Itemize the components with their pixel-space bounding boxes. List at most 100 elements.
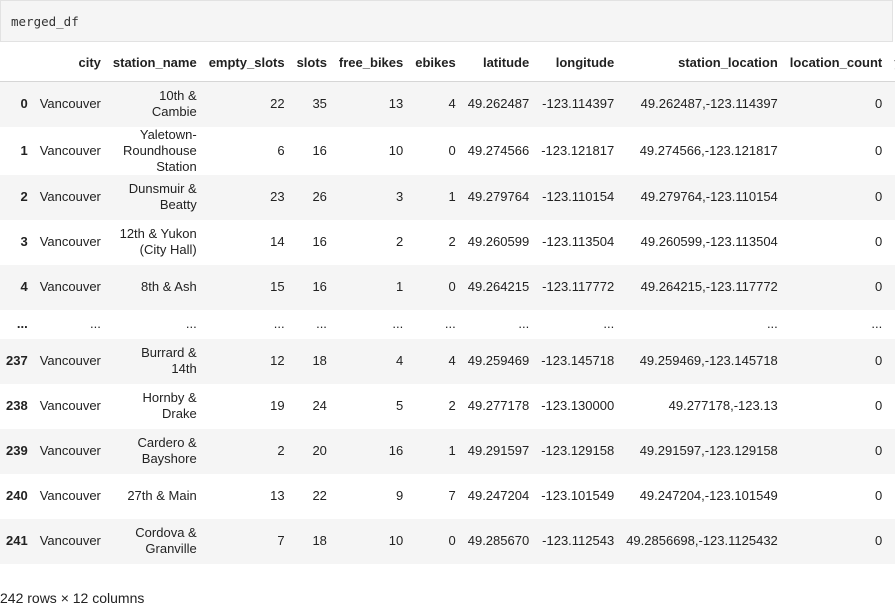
table-cell: -123.145718	[541, 353, 615, 368]
table-cell: 0	[875, 189, 883, 204]
table-cell: Vancouver	[39, 279, 101, 294]
row-index: 241	[6, 533, 28, 548]
table-cell: 7	[448, 488, 456, 503]
table-cell: Vancouver	[39, 142, 101, 158]
table-cell: 0	[875, 488, 883, 503]
table-cell: 0	[875, 234, 883, 249]
table-cell: 49.259469,-123.145718	[639, 353, 778, 368]
table-cell: Vancouver	[39, 488, 101, 503]
table-row: .................................	[0, 310, 895, 339]
table-cell: 0	[875, 142, 883, 158]
column-header-latitude: latitude	[461, 45, 536, 82]
table-cell: 0	[875, 398, 883, 413]
table-cell: Cordova & Granville	[135, 525, 197, 556]
row-index: 2	[20, 189, 28, 204]
table-cell: 7	[277, 533, 285, 548]
table-cell: Dunsmuir & Beatty	[128, 181, 197, 212]
table-cell: ...	[273, 316, 285, 331]
column-header-city: city	[33, 45, 107, 82]
table-cell: 16	[312, 234, 327, 249]
column-header-slots: slots	[290, 45, 333, 82]
table-cell: 12th & Yukon (City Hall)	[119, 226, 197, 257]
row-index: 1	[20, 142, 28, 158]
table-cell: 49.262487	[467, 96, 530, 112]
table-cell: 12	[270, 353, 285, 368]
table-cell: 2	[396, 234, 404, 249]
table-cell: 20	[312, 443, 327, 458]
table-cell: 0	[448, 533, 456, 548]
table-row: 241 Vancouver Cordova & Granville 7 18 10 0 49.…	[0, 518, 895, 564]
code-text: merged_df	[11, 14, 79, 29]
index-header	[0, 45, 34, 82]
table-cell	[888, 519, 895, 564]
table-cell	[888, 339, 895, 384]
table-cell: 49.274566	[467, 142, 530, 158]
table-cell: 0	[875, 353, 883, 368]
header-row: city station_name empty_slots slots free_bik…	[0, 45, 895, 82]
table-cell: -123.121817	[541, 142, 615, 158]
table-cell: 0	[875, 533, 883, 548]
table-cell: 49.2856698,-123.1125432	[626, 533, 778, 548]
table-cell: 13	[270, 488, 285, 503]
table-row: 239 Vancouver Cardero & Bayshore 2 20 16 1 49.2…	[0, 428, 895, 474]
table-cell: 49.264215,-123.117772	[640, 279, 778, 294]
table-cell: 18	[312, 353, 327, 368]
table-cell: 49.260599	[467, 234, 530, 249]
code-cell[interactable]: merged_df	[0, 0, 893, 42]
table-cell: 2	[277, 443, 285, 458]
table-cell: -123.117772	[542, 279, 615, 294]
table-cell: ...	[766, 316, 778, 331]
table-cell: 8th & Ash	[141, 279, 197, 294]
table-cell: 24	[312, 398, 327, 413]
table-cell: Vancouver	[39, 353, 101, 368]
column-header-station-location: station_location	[620, 45, 784, 82]
table-cell	[888, 82, 895, 127]
table-row: 238 Vancouver Hornby & Drake 19 24 5 2 49.27717…	[0, 384, 895, 429]
table-cell: -123.101549	[541, 488, 615, 503]
table-cell: 10	[388, 533, 404, 548]
table-cell: ...	[871, 316, 883, 331]
table-cell: Vancouver	[39, 234, 101, 249]
table-cell: ...	[185, 316, 197, 331]
table-cell: 49.277178	[467, 398, 530, 413]
table-cell	[888, 310, 895, 339]
table-row: 240 Vancouver 27th & Main 13 22 9 7 49.247204 -1…	[0, 474, 895, 519]
dataframe-output: city station_name empty_slots slots free_bik…	[0, 45, 895, 580]
table-cell: -123.114397	[542, 96, 615, 112]
table-cell: 49.277178,-123.13	[668, 398, 778, 413]
dataframe-table: city station_name empty_slots slots free_bik…	[0, 45, 895, 564]
table-cell	[888, 429, 895, 474]
table-cell	[888, 384, 895, 429]
table-cell: 49.247204,-123.101549	[639, 488, 778, 503]
table-cell: Vancouver	[39, 96, 101, 112]
table-cell: 23	[270, 189, 285, 204]
row-index: ...	[16, 316, 28, 331]
table-cell: 0	[875, 96, 883, 112]
row-index: 0	[20, 96, 28, 112]
table-row: 1 Vancouver Yaletown-Roundhouse Station 6 16…	[0, 127, 895, 175]
table-cell: 49.259469	[467, 353, 530, 368]
table-cell: Hornby & Drake	[142, 390, 197, 421]
table-cell: 2	[448, 234, 456, 249]
table-cell: Yaletown-Roundhouse Station	[122, 126, 197, 174]
column-header-y: y	[888, 45, 895, 82]
table-cell: 5	[396, 398, 404, 413]
table-cell: Vancouver	[39, 398, 101, 413]
table-cell: 49.264215	[467, 279, 530, 294]
table-cell	[888, 265, 895, 310]
column-header-longitude: longitude	[535, 45, 621, 82]
table-cell: 49.285670	[467, 533, 530, 548]
table-cell: 9	[396, 488, 404, 503]
table-cell: 0	[448, 279, 456, 294]
table-cell: 49.279764,-123.110154	[640, 189, 778, 204]
table-cell: 19	[270, 398, 285, 413]
table-cell: Cardero & Bayshore	[137, 435, 197, 466]
column-header-station-name: station_name	[106, 45, 203, 82]
table-cell: Burrard & 14th	[141, 345, 197, 376]
table-cell: 14	[270, 234, 285, 249]
table-cell: 49.279764	[467, 189, 530, 204]
table-cell: 22	[270, 96, 285, 112]
table-cell: 2	[448, 398, 456, 413]
table-cell: 15	[270, 279, 285, 294]
table-cell: 4	[448, 96, 456, 112]
